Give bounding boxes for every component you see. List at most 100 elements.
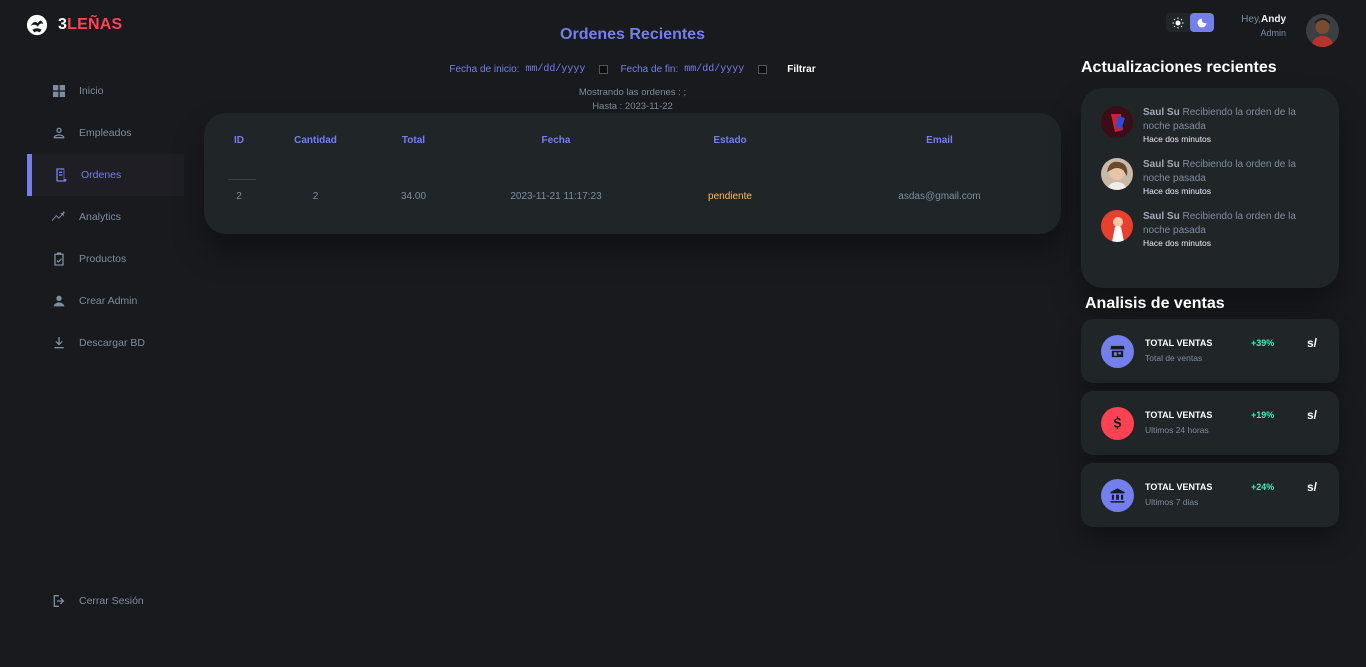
orders-table-card: ID Cantidad Total Fecha Estado Email 2 2… <box>204 113 1061 234</box>
profile-info: Hey,Andy Admin <box>1230 14 1286 38</box>
avatar-photo <box>1306 14 1339 47</box>
sun-icon <box>1172 17 1184 28</box>
moon-icon <box>1197 18 1207 27</box>
sales-card-percent: +19% <box>1251 410 1275 420</box>
sales-card-7d[interactable]: TOTAL VENTAS Ultimos 7 dias +24% s/ <box>1081 463 1339 527</box>
sales-card-subtitle: Ultimos 7 dias <box>1145 497 1199 507</box>
sales-card-currency: s/ <box>1307 480 1318 494</box>
filter-button[interactable]: Filtrar <box>787 64 815 75</box>
showing-range: Mostrando las ordenes : ; Hasta : 2023-1… <box>204 86 1061 114</box>
sales-card-title: TOTAL VENTAS <box>1145 482 1213 492</box>
sales-card-percent: +24% <box>1251 482 1275 492</box>
greeting: Hey,Andy <box>1230 14 1286 25</box>
sidebar-item-label: Analytics <box>79 211 122 223</box>
update-time: Hace dos minutos <box>1143 186 1212 196</box>
store-icon <box>1110 345 1125 358</box>
receipt-icon <box>56 168 67 182</box>
calendar-icon[interactable] <box>758 65 768 74</box>
update-item: Saul Su Recibiendo la orden de la noche … <box>1101 106 1319 144</box>
sales-card-24h[interactable]: TOTAL VENTAS Ultimos 24 horas +19% s/ <box>1081 391 1339 455</box>
update-item: Saul Su Recibiendo la orden de la noche … <box>1101 210 1319 248</box>
end-date-label: Fecha de fin: <box>620 64 679 75</box>
person-icon <box>53 295 65 307</box>
light-mode-toggle[interactable] <box>1166 13 1190 32</box>
table-row[interactable]: 2 2 34.00 2023-11-21 11:17:23 pendiente … <box>204 167 1061 225</box>
cell-id: 2 <box>236 190 242 202</box>
brand-name: 3LEÑAS <box>58 16 122 34</box>
showing-to: Hasta : 2023-11-22 <box>592 101 673 112</box>
sidebar-item-productos[interactable]: Productos <box>27 238 184 280</box>
divider <box>228 179 256 180</box>
sales-card-currency: s/ <box>1307 336 1318 350</box>
theme-toggle[interactable] <box>1166 13 1214 32</box>
sidebar-item-label: Empleados <box>79 127 132 139</box>
logout-button[interactable]: Cerrar Sesión <box>27 580 184 622</box>
logout-section: Cerrar Sesión <box>27 580 184 622</box>
sales-icon-wrapper <box>1101 479 1134 512</box>
date-filter: Fecha de inicio: mm/dd/yyyy Fecha de fin… <box>204 64 1061 75</box>
update-name: Saul Su <box>1143 159 1180 170</box>
download-icon <box>54 337 64 349</box>
avatar <box>1101 158 1133 190</box>
page-title: Ordenes Recientes <box>560 26 705 43</box>
col-header-fecha: Fecha <box>541 134 571 146</box>
greeting-text: Hey, <box>1241 14 1261 25</box>
end-date-input[interactable]: mm/dd/yyyy <box>684 64 744 75</box>
user-name: Andy <box>1261 14 1286 25</box>
sales-title: Analisis de ventas <box>1085 295 1225 312</box>
sales-card-title: TOTAL VENTAS <box>1145 338 1213 348</box>
sales-card-subtitle: Total de ventas <box>1145 353 1203 363</box>
logo-icon <box>26 14 48 36</box>
avatar <box>1101 106 1133 138</box>
sidebar-item-ordenes[interactable]: Ordenes <box>27 154 184 196</box>
brand-logo[interactable]: 3LEÑAS <box>26 14 122 36</box>
start-date-input[interactable]: mm/dd/yyyy <box>525 64 585 75</box>
updates-title: Actualizaciones recientes <box>1081 59 1277 76</box>
bank-icon <box>1110 488 1125 503</box>
col-header-estado: Estado <box>713 134 747 146</box>
sidebar-item-label: Crear Admin <box>79 295 138 307</box>
brand-name-part2: LEÑAS <box>67 16 123 33</box>
cell-fecha: 2023-11-21 11:17:23 <box>510 190 602 202</box>
update-time: Hace dos minutos <box>1143 238 1212 248</box>
end-date-field[interactable]: Fecha de fin: mm/dd/yyyy <box>620 64 773 75</box>
dollar-icon <box>1113 416 1122 430</box>
avatar[interactable] <box>1306 14 1339 47</box>
logout-icon <box>53 595 65 607</box>
col-header-total: Total <box>401 134 426 146</box>
updates-card: Saul Su Recibiendo la orden de la noche … <box>1081 88 1339 288</box>
start-date-field[interactable]: Fecha de inicio: mm/dd/yyyy <box>449 64 614 75</box>
table-header-row: ID Cantidad Total Fecha Estado Email <box>204 113 1061 167</box>
user-role: Admin <box>1260 28 1286 38</box>
sales-card-currency: s/ <box>1307 408 1318 422</box>
cell-estado: pendiente <box>708 190 752 202</box>
cell-email: asdas@gmail.com <box>898 190 981 202</box>
sidebar-item-label: Descargar BD <box>79 337 145 349</box>
sidebar-item-crear-admin[interactable]: Crear Admin <box>27 280 184 322</box>
logout-label: Cerrar Sesión <box>79 595 144 607</box>
cell-cantidad: 2 <box>312 190 319 202</box>
sidebar-item-empleados[interactable]: Empleados <box>27 112 184 154</box>
clipboard-check-icon <box>54 252 64 266</box>
sidebar-item-inicio[interactable]: Inicio <box>27 70 184 112</box>
sidebar: Inicio Empleados Ordenes Analytics Produ… <box>27 70 184 364</box>
update-item: Saul Su Recibiendo la orden de la noche … <box>1101 158 1319 196</box>
col-header-email: Email <box>926 134 953 146</box>
avatar <box>1101 210 1133 242</box>
sidebar-item-label: Productos <box>79 253 127 265</box>
brand-name-part1: 3 <box>58 16 68 33</box>
showing-from: Mostrando las ordenes : ; <box>578 87 687 98</box>
sales-icon-wrapper <box>1101 335 1134 368</box>
sidebar-item-analytics[interactable]: Analytics <box>27 196 184 238</box>
col-header-cantidad: Cantidad <box>294 134 337 146</box>
sales-card-total[interactable]: TOTAL VENTAS Total de ventas +39% s/ <box>1081 319 1339 383</box>
dark-mode-toggle[interactable] <box>1190 13 1214 32</box>
sidebar-item-label: Ordenes <box>81 169 122 181</box>
start-date-label: Fecha de inicio: <box>449 64 520 75</box>
update-name: Saul Su <box>1143 107 1180 118</box>
sidebar-item-descargar-bd[interactable]: Descargar BD <box>27 322 184 364</box>
sales-card-subtitle: Ultimos 24 horas <box>1145 425 1209 435</box>
sales-card-percent: +39% <box>1251 338 1275 348</box>
calendar-icon[interactable] <box>599 65 609 74</box>
update-name: Saul Su <box>1143 211 1180 222</box>
